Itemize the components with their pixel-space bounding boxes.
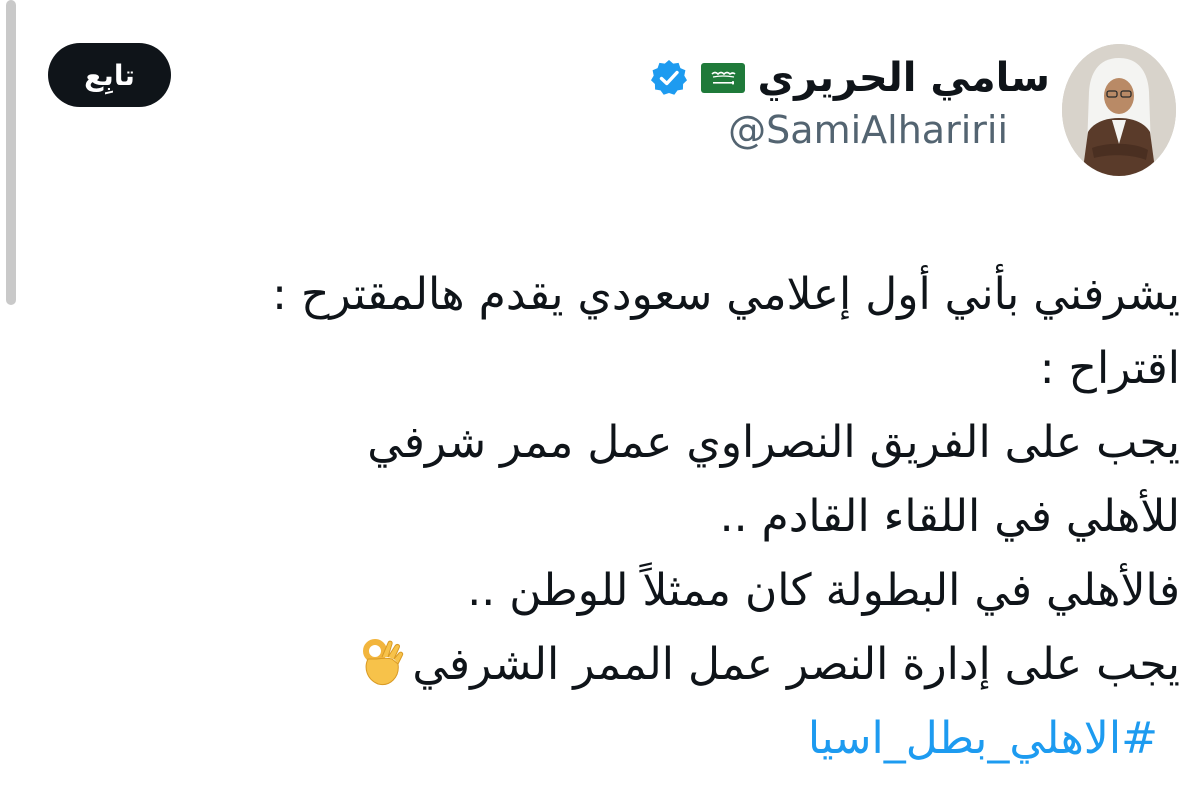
tweet-line: فالأهلي في البطولة كان ممثلاً للوطن .. [467,565,1180,616]
tweet-line: يشرفني بأني أول إعلامي سعودي يقدم هالمقت… [272,269,1180,320]
author-handle[interactable]: @SamiAlharirii [728,108,1008,152]
verified-badge-icon [649,58,689,98]
tweet-line: للأهلي في اللقاء القادم .. [719,491,1180,542]
hashtag-link[interactable]: #الاهلي_بطل_اسيا [30,702,1158,776]
tweet-line-last: يجب على إدارة النصر عمل الممر الشرفي [30,628,1180,702]
tweet-line: يجب على الفريق النصراوي عمل ممر شرفي [367,417,1180,468]
ok-hand-icon [363,639,404,686]
author-name-row: سامي الحريري [649,48,1050,108]
tweet-line: اقتراح : [1039,343,1180,394]
tweet-text: يشرفني بأني أول إعلامي سعودي يقدم هالمقت… [30,258,1180,776]
follow-button[interactable]: تابِع [48,43,171,107]
avatar[interactable] [1062,44,1176,176]
scrollbar[interactable] [6,0,16,305]
saudi-flag-icon [701,63,746,93]
author-display-name[interactable]: سامي الحريري [757,55,1050,101]
tweet-line-text: يجب على إدارة النصر عمل الممر الشرفي [412,639,1180,690]
